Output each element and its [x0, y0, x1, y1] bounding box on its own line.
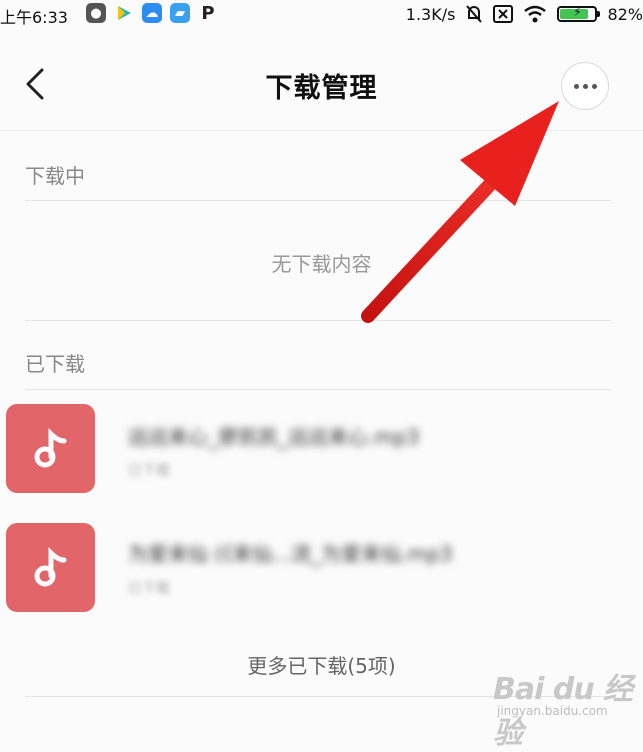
- status-right: 1.3K/s ⚡ 82%: [406, 4, 643, 24]
- watermark-site: jingyan.baidu.com: [497, 704, 608, 718]
- cloud-icon: ☁: [142, 3, 162, 23]
- divider: [25, 200, 611, 201]
- file-status: 已下载: [128, 463, 170, 479]
- divider: [25, 389, 611, 390]
- status-bar: 上午6:33 ● ☁ ▰ P 1.3K/s ⚡ 82%: [0, 0, 643, 30]
- wechat-icon: ●: [86, 3, 106, 23]
- wifi-icon: [524, 5, 547, 23]
- page-title: 下载管理: [265, 73, 378, 104]
- downloading-section-title: 下载中: [25, 164, 85, 188]
- battery-percent: 82%: [607, 4, 643, 24]
- sim-off-icon: [493, 5, 514, 23]
- watermark: Bai du 经验 jingyan.baidu.com: [493, 664, 638, 751]
- file-icon: ▰: [170, 3, 190, 23]
- status-time: 上午6:33: [0, 8, 68, 27]
- p-app-icon: P: [201, 2, 215, 24]
- downloaded-section-title: 已下载: [25, 352, 85, 376]
- play-icon: [114, 3, 134, 23]
- empty-downloading-text: 无下载内容: [271, 252, 372, 276]
- mute-bell-icon: [466, 5, 483, 23]
- file-name: 为爱来仙 (《来仙...流_为爱来仙.mp3: [128, 542, 453, 566]
- divider: [25, 320, 611, 321]
- more-options-button[interactable]: [561, 62, 609, 110]
- more-dot-icon: [573, 83, 579, 89]
- header: 下载管理: [0, 44, 643, 128]
- network-speed: 1.3K/s: [405, 4, 456, 24]
- header-divider: [0, 130, 643, 131]
- music-note-icon: [6, 523, 95, 612]
- music-note-icon: [6, 404, 95, 493]
- file-name: 远远来心_廖凯凯_远远来心.mp3: [128, 425, 420, 449]
- file-status: 已下载: [128, 581, 170, 597]
- more-dot-icon: [582, 83, 588, 89]
- more-dot-icon: [591, 83, 597, 89]
- battery-icon: ⚡: [557, 5, 601, 22]
- notification-icons: ● ☁ ▰ P: [86, 2, 218, 24]
